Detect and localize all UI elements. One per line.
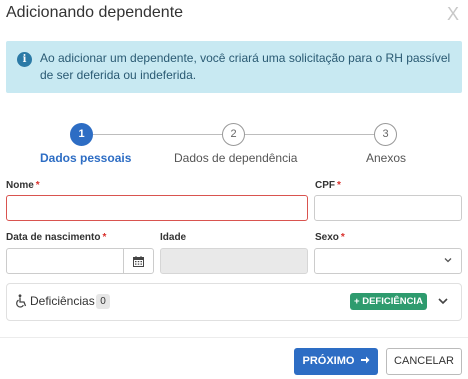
step-connector (93, 134, 222, 135)
add-dependent-dialog: Adicionando dependente X i Ao adicionar … (0, 0, 468, 379)
deficiencies-panel[interactable]: Deficiências 0 + DEFICIÊNCIA (6, 283, 462, 321)
next-button-label: PRÓXIMO (302, 355, 355, 367)
stepper: 1 2 3 Dados pessoais Dados de dependênci… (0, 121, 468, 171)
required-mark: * (340, 232, 345, 243)
step-1-label: Dados pessoais (40, 151, 132, 165)
sex-select[interactable] (314, 248, 462, 274)
step-connector (245, 134, 374, 135)
add-deficiency-button[interactable]: + DEFICIÊNCIA (350, 293, 427, 310)
chevron-down-icon[interactable] (436, 294, 450, 308)
close-button[interactable]: X (447, 4, 459, 24)
age-label: Idade (160, 232, 187, 243)
cpf-label-text: CPF (315, 180, 335, 191)
calendar-button[interactable] (123, 249, 153, 273)
sex-label: Sexo * (315, 232, 345, 243)
arrow-right-icon (360, 356, 369, 364)
nome-label: Nome * (6, 180, 40, 191)
cpf-input[interactable] (314, 195, 462, 221)
step-3-indicator[interactable]: 3 (374, 123, 397, 146)
nome-input[interactable] (6, 195, 308, 221)
cpf-label: CPF * (315, 180, 341, 191)
birth-date-label: Data de nascimento * (6, 232, 106, 243)
required-mark: * (337, 180, 341, 191)
nome-label-text: Nome (6, 180, 34, 191)
wheelchair-icon (16, 294, 27, 308)
birth-date-label-text: Data de nascimento (6, 232, 101, 243)
required-mark: * (102, 232, 107, 243)
dialog-title: Adicionando dependente (6, 4, 184, 21)
deficiencies-label: Deficiências (30, 294, 95, 308)
step-2-label: Dados de dependência (174, 151, 298, 165)
info-alert-text: Ao adicionar um dependente, você criará … (40, 51, 451, 82)
age-input (160, 248, 308, 274)
birth-date-input[interactable] (6, 248, 154, 274)
required-mark: * (35, 180, 40, 191)
sex-label-text: Sexo (315, 232, 339, 243)
step-1-indicator[interactable]: 1 (70, 123, 93, 146)
footer-divider (0, 337, 468, 338)
cancel-button[interactable]: CANCELAR (386, 348, 462, 375)
step-3-label: Anexos (366, 151, 407, 165)
info-alert: i Ao adicionar um dependente, você criar… (6, 41, 462, 93)
calendar-icon (133, 255, 144, 267)
next-button[interactable]: PRÓXIMO (294, 348, 378, 375)
chevron-down-icon (444, 258, 452, 263)
info-icon: i (17, 52, 32, 67)
deficiencies-count-badge: 0 (96, 294, 110, 309)
step-2-indicator[interactable]: 2 (222, 123, 245, 146)
